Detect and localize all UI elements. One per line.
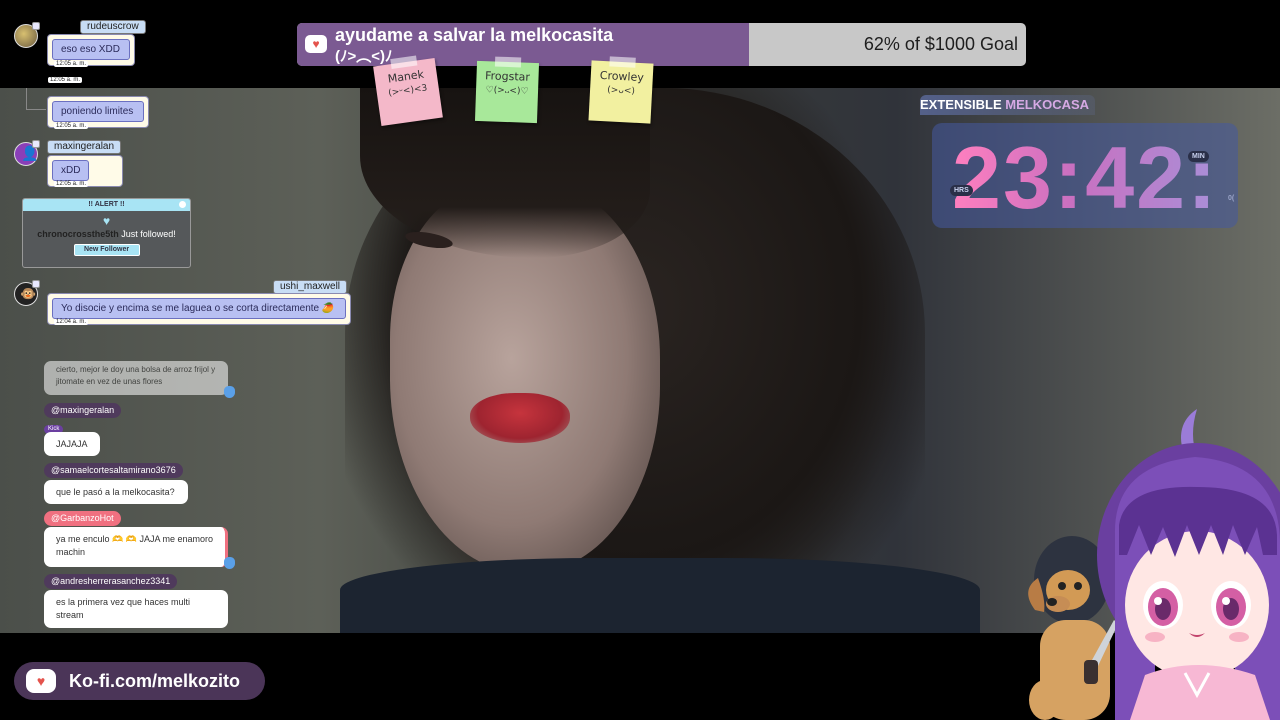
avatar[interactable]	[14, 22, 40, 48]
chat-username: @GarbanzoHot	[44, 511, 121, 526]
chat-timestamp: 12:05 a. m.	[54, 123, 89, 129]
countdown-timer: 23:42: HRS MIN 0(	[932, 123, 1238, 228]
sticky-note-crowley: Crowley (>ᴗ<)	[588, 56, 654, 124]
kofi-link[interactable]: ♥ Ko-fi.com/melkozito	[14, 662, 265, 700]
note-face: ♡(>᎑<)♡	[485, 85, 529, 97]
alert-header-text: !! ALERT !!	[88, 201, 125, 208]
avatar-badge	[32, 280, 40, 288]
thread-connector	[26, 88, 46, 110]
tape-strip	[609, 56, 636, 68]
chat-message-text: Yo disocie y encima se me laguea o se co…	[52, 298, 346, 319]
chat-message: es la primera vez que haces multi stream	[44, 590, 228, 628]
tape-strip	[494, 56, 522, 68]
pin-icon	[224, 557, 235, 569]
chat-username: rudeuscrow	[80, 20, 146, 34]
alert-header: !! ALERT !!	[23, 199, 190, 211]
alert-user: chronocrossthe5th	[37, 229, 119, 239]
kofi-cup-icon: ♥	[26, 669, 56, 693]
kofi-link-text[interactable]: Ko-fi.com/melkozito	[69, 671, 240, 692]
timer-title-accent: MELKOCASA	[1005, 97, 1090, 112]
avatar[interactable]: 🐵	[14, 280, 40, 306]
timer-label-min: MIN	[1188, 151, 1209, 162]
sticky-note-manek: Manek (>ᵕ<)<3	[373, 55, 443, 127]
chat-message-text: eso eso XDD	[52, 39, 130, 60]
emoji: 🥭	[321, 303, 335, 314]
chat-username: ushi_maxwell	[273, 280, 348, 294]
vtuber-character-avatar	[1097, 409, 1280, 720]
alert-line: chronocrossthe5th Just followed!	[23, 229, 190, 239]
chat-message-text: xDD	[52, 160, 90, 181]
new-follower-button[interactable]: New Follower	[73, 244, 140, 256]
goal-subtitle: (ﾉ>︵<)ﾉ	[335, 48, 393, 65]
sticky-note-frogstar: Frogstar ♡(>᎑<)♡	[474, 56, 540, 124]
video-lips-shape	[470, 393, 570, 443]
chat-timestamp: 12:04 a. m.	[54, 319, 89, 325]
note-face: (>ᵕ<)<3	[387, 83, 428, 99]
timer-label-hrs: HRS	[950, 185, 973, 196]
avatar-badge	[32, 22, 40, 30]
timer-title: EXTENSIBLE MELKOCASA	[920, 95, 1096, 115]
chat-message: Yo disocie y encima se me laguea o se co…	[47, 293, 351, 325]
note-face: (>ᴗ<)	[606, 85, 636, 97]
chat-message-text: poniendo limites	[52, 101, 144, 122]
kofi-cup-icon: ♥	[305, 35, 327, 53]
avatar-badge	[32, 140, 40, 148]
follow-alert: !! ALERT !! ♥ chronocrossthe5th Just fol…	[22, 198, 191, 268]
chat-message: JAJAJA	[44, 432, 100, 456]
timer-label-sec: 0(	[1228, 195, 1235, 202]
goal-progress-text: 62% of $1000 Goal	[863, 34, 1018, 54]
chat-timestamp: 12:05 a. m.	[54, 61, 89, 67]
chat-timestamp: 12:05 a. m.	[48, 77, 83, 83]
circle-icon	[179, 201, 186, 208]
avatar[interactable]: 👤	[14, 140, 40, 166]
heart-icon: ♥	[102, 214, 111, 228]
chat-message-faded: cierto, mejor le doy una bolsa de arroz …	[44, 361, 228, 395]
tape-strip	[390, 55, 418, 70]
note-name: Crowley	[599, 68, 645, 85]
alert-action: Just followed!	[121, 229, 176, 239]
chat-username: @maxingeralan	[44, 403, 122, 418]
chat-timestamp: 12:05 a. m.	[54, 181, 89, 187]
goal-title: ayudame a salvar la melkocasita	[335, 25, 614, 45]
pin-icon	[224, 386, 235, 398]
chat-message: ya me enculo 🫶 🫶 JAJA me enamoro machin	[44, 527, 228, 567]
chat-username: maxingeralan	[47, 140, 122, 154]
chat-username: @samaelcortesaltamirano3676	[44, 463, 183, 478]
timer-digits: 23:42:	[952, 128, 1219, 227]
chat-message: que le pasó a la melkocasita?	[44, 480, 188, 504]
note-name: Frogstar	[484, 69, 531, 84]
video-clothing-shape	[340, 558, 980, 633]
chat-message-body: Yo disocie y encima se me laguea o se co…	[61, 303, 320, 314]
chat-username: @andresherrerasanchez3341	[44, 574, 178, 589]
timer-title-plain: EXTENSIBLE	[920, 97, 1002, 112]
monkey-icon: 🐵	[20, 286, 37, 301]
stream-overlay: ♥ ayudame a salvar la melkocasita (ﾉ>︵<)…	[0, 0, 1280, 720]
